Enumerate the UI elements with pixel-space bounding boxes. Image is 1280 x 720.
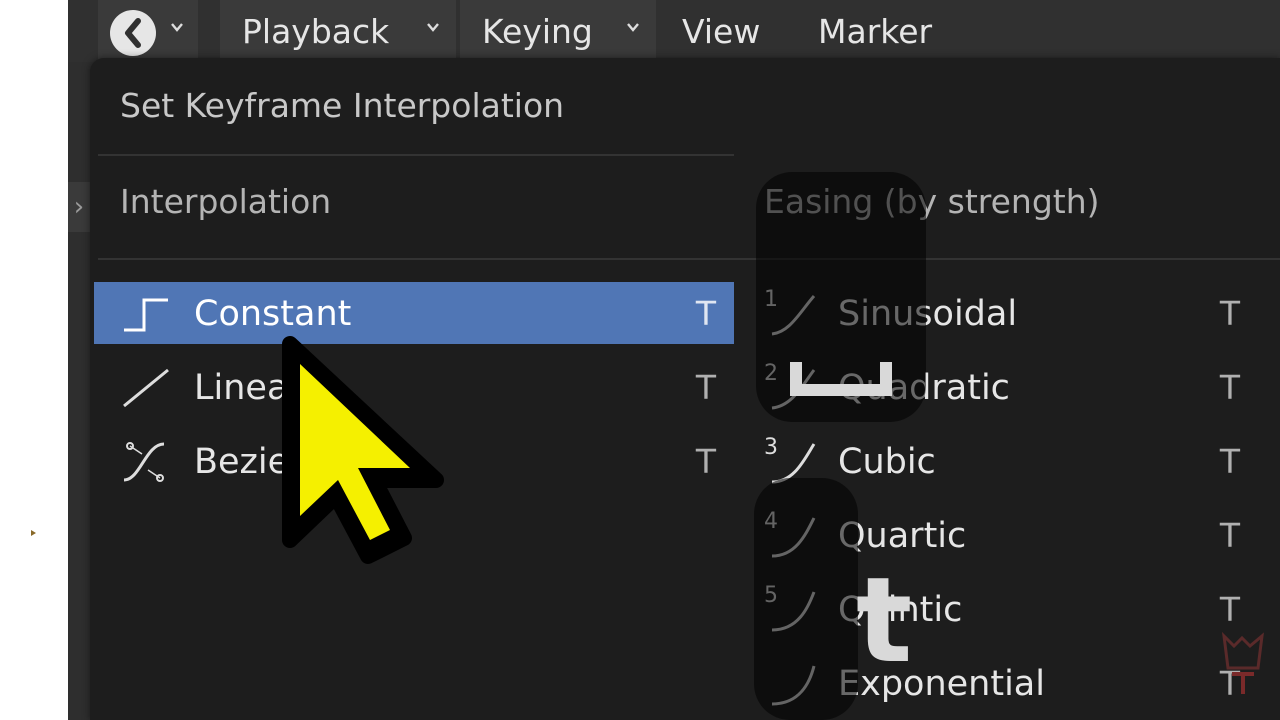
interpolation-header: Interpolation [120, 182, 332, 221]
shortcut-label: T [695, 442, 716, 481]
shortcut-label: T [1219, 516, 1240, 555]
shortcut-label: T [1219, 294, 1240, 333]
interpolation-popup-menu: Set Keyframe Interpolation Interpolation… [90, 58, 1280, 720]
channel-watermark-icon [1221, 631, 1264, 694]
playback-menu[interactable]: Playback [220, 0, 456, 60]
marker-label: Marker [818, 12, 933, 51]
linear-icon [123, 368, 169, 408]
logo-letter: t [856, 551, 913, 689]
view-label: View [682, 12, 761, 51]
small-arrow-marker [31, 530, 36, 536]
editor-header: Playback Keying View Marker [68, 0, 1280, 62]
shortcut-label: T [695, 294, 716, 333]
editor-type-button[interactable] [98, 0, 198, 60]
ease-index: 3 [764, 435, 778, 460]
constant-icon [124, 298, 168, 332]
menu-item-label: Cubic [838, 442, 936, 482]
chevron-right-icon[interactable]: › [68, 182, 90, 232]
logo-overlay [754, 478, 858, 720]
shortcut-label: T [1219, 368, 1240, 407]
left-margin [0, 0, 68, 720]
bezier-icon [123, 442, 165, 482]
separator [98, 258, 1280, 260]
menu-title: Set Keyframe Interpolation [120, 86, 565, 125]
separator [98, 154, 734, 156]
shortcut-label: T [695, 368, 716, 407]
clock-icon [110, 10, 156, 56]
marker-menu[interactable]: Marker [796, 0, 996, 60]
mouse-cursor-icon [282, 336, 444, 564]
chevron-down-icon [427, 23, 439, 32]
view-menu[interactable]: View [660, 0, 790, 60]
logo-mark [790, 362, 892, 396]
chevron-down-icon [171, 23, 183, 32]
shortcut-label: T [1219, 442, 1240, 481]
logo-overlay [756, 172, 926, 422]
keying-menu[interactable]: Keying [460, 0, 656, 60]
dope-sheet-editor: Playback Keying View Marker › 20 30 Set … [68, 0, 1280, 720]
playback-label: Playback [242, 12, 390, 51]
keying-label: Keying [482, 12, 593, 51]
chevron-down-icon [627, 23, 639, 32]
